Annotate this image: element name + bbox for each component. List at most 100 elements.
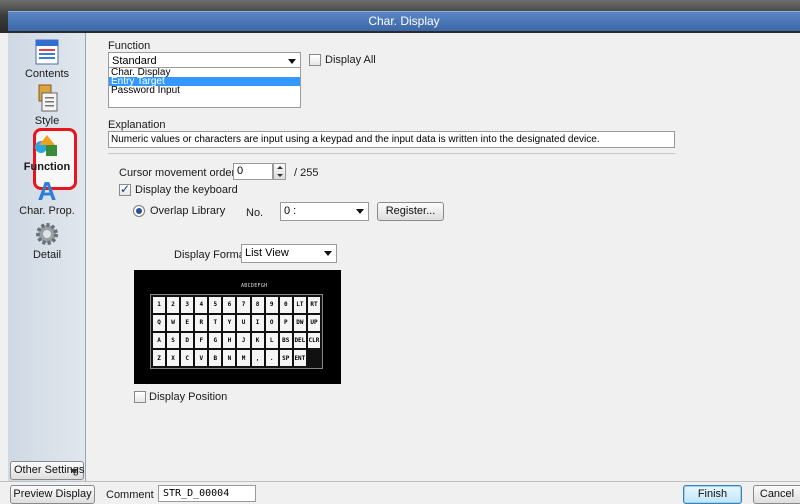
sidebar-item-label: Contents — [24, 68, 70, 80]
keyboard-key: Z — [153, 350, 166, 366]
keyboard-key: H — [223, 332, 236, 349]
sidebar-item-function[interactable]: Function — [8, 131, 86, 173]
keyboard-key: DEL — [293, 332, 306, 349]
keyboard-key: UP — [307, 314, 320, 331]
other-settings-button[interactable]: Other Settings — [10, 461, 84, 480]
sidebar-item-label: Char. Prop. — [19, 205, 75, 217]
keyboard-key: P — [279, 314, 292, 331]
keyboard-key: RT — [307, 297, 320, 313]
keyboard-key: 1 — [153, 297, 166, 313]
cursor-order-max: / 255 — [294, 167, 319, 179]
keyboard-key: R — [195, 314, 208, 331]
keyboard-key: ENT — [293, 350, 306, 366]
display-format-value: List View — [245, 247, 289, 259]
chevron-down-icon — [324, 251, 332, 256]
keyboard-key: E — [181, 314, 194, 331]
chevron-down-icon — [70, 469, 78, 474]
contents-icon — [35, 39, 59, 65]
list-item[interactable]: Char. Display — [109, 68, 300, 77]
keyboard-key: 3 — [181, 297, 194, 313]
library-no-select[interactable]: 0 : — [280, 202, 369, 221]
chevron-down-icon — [288, 59, 296, 64]
function-icon — [35, 135, 57, 156]
overlap-library-radio[interactable] — [133, 205, 145, 217]
keyboard-key: F — [195, 332, 208, 349]
display-format-select[interactable]: List View — [241, 244, 337, 263]
keyboard-key: V — [195, 350, 208, 366]
comment-input[interactable]: STR_D_00004 — [158, 485, 256, 502]
keyboard-key: 7 — [237, 297, 250, 313]
explanation-label: Explanation — [108, 119, 166, 131]
sidebar-item-style[interactable]: Style — [8, 83, 86, 127]
keyboard-key: D — [181, 332, 194, 349]
window-title: Char. Display — [8, 11, 800, 31]
register-button[interactable]: Register... — [377, 202, 444, 221]
library-no-label: No. — [246, 207, 264, 219]
keyboard-key: L — [265, 332, 278, 349]
style-icon — [38, 84, 58, 112]
display-all-label: Display All — [325, 54, 376, 66]
sidebar-item-detail[interactable]: Detail — [8, 221, 86, 261]
function-type-list[interactable]: Char. Display Entry Target Password Inpu… — [108, 67, 301, 108]
keyboard-key: 0 — [279, 297, 292, 313]
keyboard-key: B — [209, 350, 222, 366]
spin-down-icon — [277, 174, 283, 177]
keyboard-key: 6 — [223, 297, 236, 313]
keyboard-key: J — [237, 332, 250, 349]
keyboard-key: N — [223, 350, 236, 366]
display-all-checkbox[interactable] — [309, 54, 321, 66]
chevron-down-icon — [356, 209, 364, 214]
display-format-label: Display Format — [174, 249, 248, 261]
list-item-selected[interactable]: Entry Target — [109, 77, 300, 86]
keyboard-key: U — [237, 314, 250, 331]
display-keyboard-checkbox[interactable] — [119, 182, 131, 196]
preview-display-button[interactable]: Preview Display — [10, 485, 95, 504]
keyboard-key: LT — [293, 297, 306, 313]
keyboard-key: DW — [293, 314, 306, 331]
cancel-button[interactable]: Cancel — [753, 485, 800, 504]
library-no-value: 0 : — [284, 205, 297, 217]
keyboard-preview: ABCDEFGH 1 2 3 4 5 6 7 8 9 0 LT RT Q W E R T Y U I O P DW UP A S D… — [134, 270, 341, 384]
char-display-window: Char. Display Contents Style Function A … — [0, 0, 800, 504]
cursor-order-stepper[interactable] — [273, 163, 286, 180]
keyboard-key: BS — [279, 332, 292, 349]
keyboard-preview-header: ABCDEFGH — [241, 283, 268, 289]
keyboard-key: A — [153, 332, 166, 349]
explanation-text: Numeric values or characters are input u… — [108, 131, 675, 148]
display-position-checkbox[interactable] — [134, 391, 146, 403]
keyboard-key: K — [251, 332, 264, 349]
keyboard-key: 5 — [209, 297, 222, 313]
title-bar: Char. Display — [0, 0, 800, 33]
sidebar-item-contents[interactable]: Contents — [8, 38, 86, 80]
keyboard-key: 2 — [167, 297, 180, 313]
list-item[interactable]: Password Input — [109, 86, 300, 95]
keyboard-key: M — [237, 350, 250, 366]
finish-button[interactable]: Finish — [683, 485, 742, 504]
divider — [108, 153, 675, 154]
keyboard-key: 4 — [195, 297, 208, 313]
sidebar-item-label: Style — [34, 115, 60, 127]
display-keyboard-label: Display the keyboard — [135, 184, 238, 196]
keyboard-key: CLR — [307, 332, 320, 349]
svg-text:A: A — [38, 177, 57, 203]
keyboard-key: G — [209, 332, 222, 349]
overlap-library-label: Overlap Library — [150, 205, 226, 217]
keyboard-key: O — [265, 314, 278, 331]
char-prop-icon: A — [38, 177, 57, 203]
keyboard-key: S — [167, 332, 180, 349]
keyboard-key: X — [167, 350, 180, 366]
sidebar-item-label: Function — [23, 161, 71, 173]
function-settings-panel: Function Standard Display All Char. Disp… — [87, 33, 800, 481]
keyboard-key: , — [251, 350, 264, 366]
keyboard-key: . — [265, 350, 278, 366]
function-selected-value: Standard — [112, 55, 157, 67]
keyboard-key: 9 — [265, 297, 278, 313]
keyboard-key: W — [167, 314, 180, 331]
sidebar-item-char-prop[interactable]: A Char. Prop. — [8, 177, 86, 217]
cursor-order-label: Cursor movement order — [119, 167, 236, 179]
sidebar-item-label: Detail — [32, 249, 62, 261]
comment-label: Comment — [106, 489, 154, 501]
cursor-order-input[interactable]: 0 — [233, 163, 273, 180]
display-position-label: Display Position — [149, 391, 228, 403]
keyboard-key: Q — [153, 314, 166, 331]
